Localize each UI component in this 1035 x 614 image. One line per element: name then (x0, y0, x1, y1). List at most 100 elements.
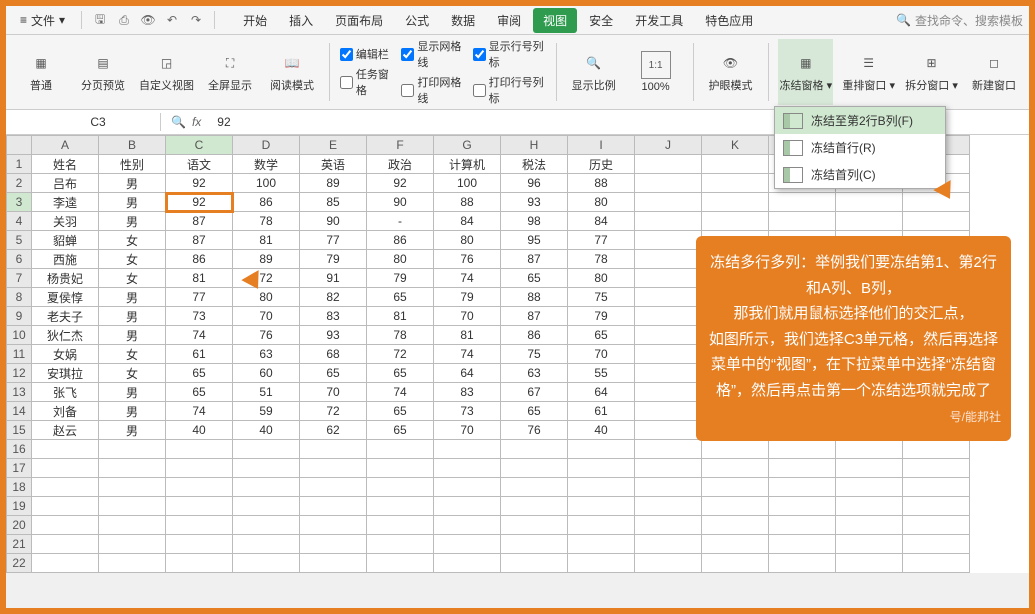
cell[interactable] (702, 212, 769, 231)
row-header[interactable]: 7 (7, 269, 32, 288)
cell[interactable] (367, 459, 434, 478)
cell[interactable] (568, 516, 635, 535)
cell[interactable] (702, 535, 769, 554)
row-header[interactable]: 20 (7, 516, 32, 535)
row-header[interactable]: 10 (7, 326, 32, 345)
cell[interactable]: 男 (99, 212, 166, 231)
cell[interactable] (635, 535, 702, 554)
cell[interactable] (434, 440, 501, 459)
row-header[interactable]: 1 (7, 155, 32, 174)
cell[interactable] (903, 497, 970, 516)
cell[interactable]: 女 (99, 269, 166, 288)
cell[interactable] (233, 516, 300, 535)
cell[interactable] (836, 478, 903, 497)
cell[interactable] (635, 212, 702, 231)
cell[interactable] (635, 250, 702, 269)
cell[interactable]: 关羽 (32, 212, 99, 231)
cell[interactable] (635, 478, 702, 497)
cell[interactable] (769, 535, 836, 554)
eye-care[interactable]: 👁护眼模式 (704, 39, 758, 105)
cell[interactable]: 81 (367, 307, 434, 326)
cell[interactable] (836, 212, 903, 231)
name-box[interactable]: C3 (36, 113, 161, 131)
cell[interactable]: 86 (367, 231, 434, 250)
cell[interactable] (769, 516, 836, 535)
cell[interactable] (836, 535, 903, 554)
cell[interactable] (434, 516, 501, 535)
freeze-panes[interactable]: ▦冻结窗格 ▾ (778, 39, 833, 105)
cell[interactable]: 93 (300, 326, 367, 345)
cell[interactable]: 75 (568, 288, 635, 307)
cell[interactable]: 73 (434, 402, 501, 421)
cell[interactable]: 63 (233, 345, 300, 364)
cell[interactable]: 87 (501, 307, 568, 326)
cell[interactable]: 40 (568, 421, 635, 440)
cell[interactable] (501, 554, 568, 573)
cell[interactable]: 72 (300, 402, 367, 421)
cell[interactable] (32, 478, 99, 497)
cell[interactable]: 65 (367, 364, 434, 383)
cell[interactable] (635, 459, 702, 478)
cell[interactable] (434, 478, 501, 497)
col-header[interactable]: H (501, 136, 568, 155)
cell[interactable]: 92 (367, 174, 434, 193)
cell[interactable] (769, 440, 836, 459)
col-header[interactable]: F (367, 136, 434, 155)
cell[interactable]: 64 (568, 383, 635, 402)
cell[interactable] (635, 440, 702, 459)
chk-formula-bar[interactable]: 编辑栏 (340, 46, 393, 62)
cell[interactable]: 61 (568, 402, 635, 421)
cell[interactable]: 96 (501, 174, 568, 193)
cell[interactable]: 男 (99, 288, 166, 307)
cell[interactable]: 女娲 (32, 345, 99, 364)
new-window[interactable]: ◻新建窗口 (967, 39, 1021, 105)
rearrange-window[interactable]: ☰重排窗口 ▾ (841, 39, 896, 105)
cell[interactable] (32, 440, 99, 459)
cell[interactable] (166, 535, 233, 554)
cell[interactable] (702, 174, 769, 193)
cell[interactable]: 80 (434, 231, 501, 250)
cell[interactable] (300, 516, 367, 535)
cell[interactable]: 78 (233, 212, 300, 231)
cell[interactable] (702, 497, 769, 516)
cell[interactable]: 77 (568, 231, 635, 250)
cell[interactable]: 73 (166, 307, 233, 326)
row-header[interactable]: 14 (7, 402, 32, 421)
cell[interactable]: 64 (434, 364, 501, 383)
cell[interactable]: 61 (166, 345, 233, 364)
cell[interactable] (233, 497, 300, 516)
cell[interactable] (32, 459, 99, 478)
cell[interactable]: 88 (568, 174, 635, 193)
tab-data[interactable]: 数据 (441, 8, 485, 33)
cell[interactable] (300, 478, 367, 497)
cell[interactable]: 政治 (367, 155, 434, 174)
cell[interactable]: 84 (568, 212, 635, 231)
cell[interactable]: 英语 (300, 155, 367, 174)
cell[interactable] (233, 440, 300, 459)
cell[interactable]: 安琪拉 (32, 364, 99, 383)
cell[interactable] (702, 193, 769, 212)
row-header[interactable]: 12 (7, 364, 32, 383)
cell[interactable]: 貂蝉 (32, 231, 99, 250)
cell[interactable]: 西施 (32, 250, 99, 269)
cell[interactable]: 65 (367, 402, 434, 421)
cell[interactable] (367, 535, 434, 554)
cell[interactable]: 男 (99, 174, 166, 193)
split-window[interactable]: ⊞拆分窗口 ▾ (904, 39, 959, 105)
cell[interactable] (501, 516, 568, 535)
view-page-preview[interactable]: ▤分页预览 (76, 39, 130, 105)
cell[interactable]: 赵云 (32, 421, 99, 440)
row-header[interactable]: 18 (7, 478, 32, 497)
cell[interactable]: 74 (434, 345, 501, 364)
row-header[interactable]: 21 (7, 535, 32, 554)
cell[interactable]: 65 (501, 269, 568, 288)
cell[interactable]: 语文 (166, 155, 233, 174)
cell[interactable] (702, 155, 769, 174)
tab-dev[interactable]: 开发工具 (625, 8, 693, 33)
cell[interactable] (367, 440, 434, 459)
row-header[interactable]: 3 (7, 193, 32, 212)
cell[interactable]: 65 (501, 402, 568, 421)
freeze-to-cell[interactable]: 冻结至第2行B列(F) (775, 107, 945, 134)
row-header[interactable]: 6 (7, 250, 32, 269)
cell[interactable]: 81 (434, 326, 501, 345)
